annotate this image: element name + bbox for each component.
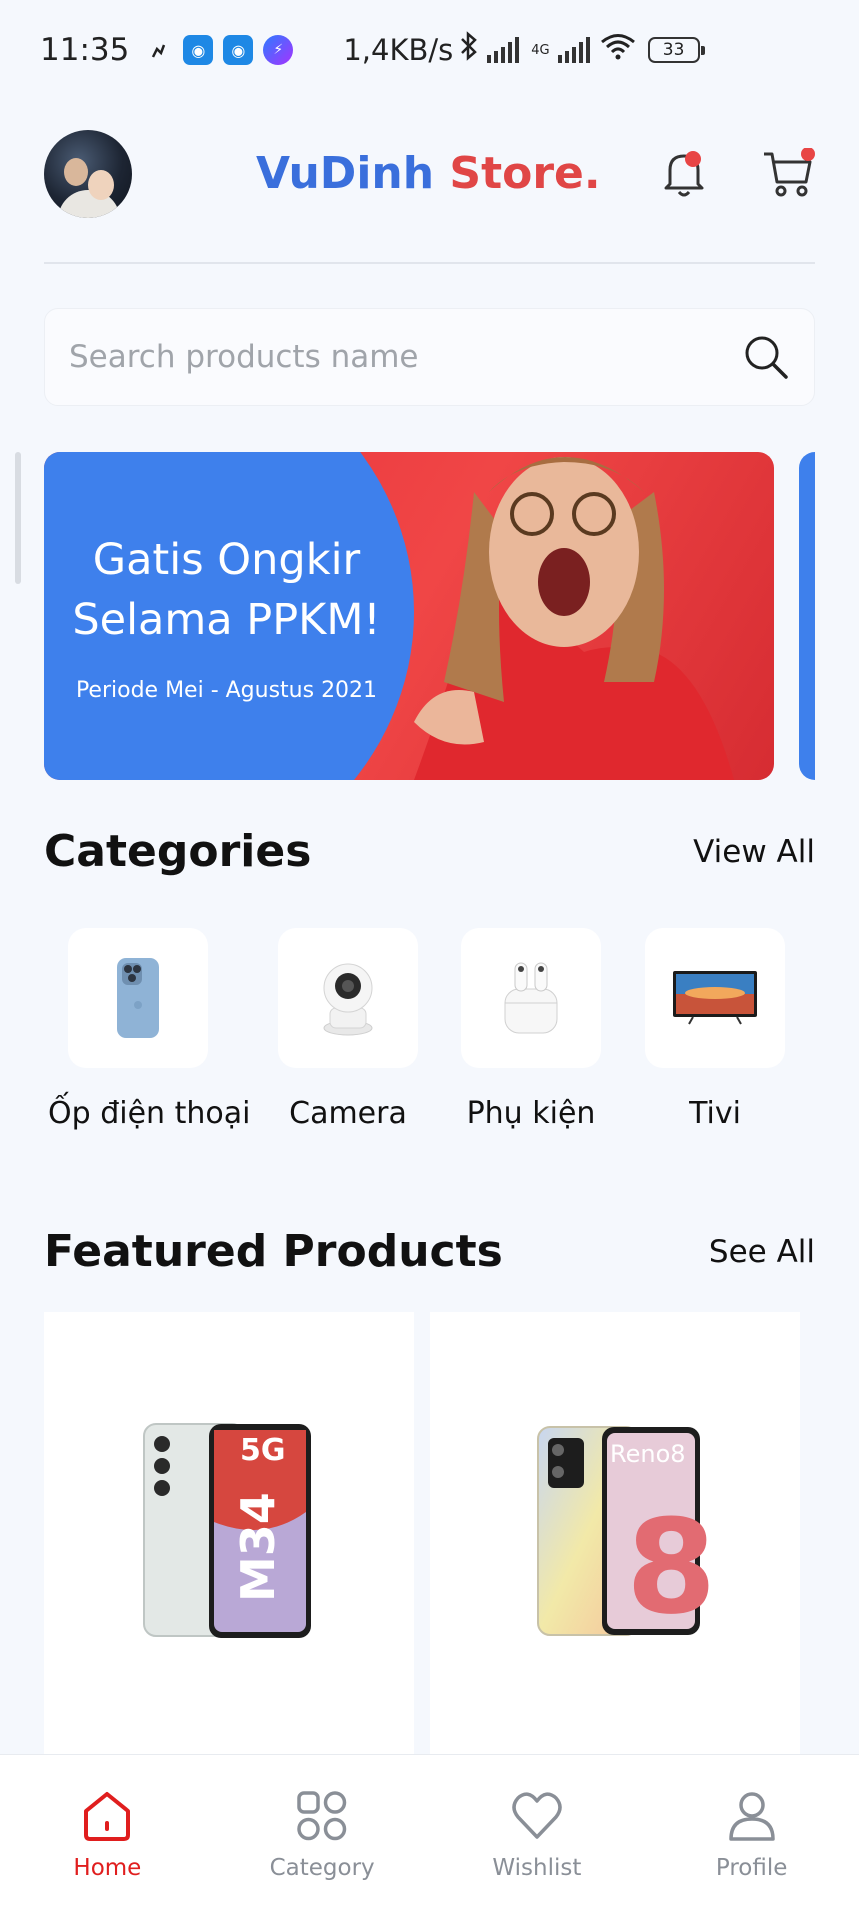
heart-icon [512, 1792, 562, 1839]
phone-case-icon [117, 958, 159, 1038]
brand-logo: VuDinh Store. [256, 148, 601, 199]
wifi-icon [598, 31, 638, 69]
battery-indicator: 33 [647, 37, 705, 63]
category-phone-case[interactable]: Ốp điện thoại [48, 928, 251, 1131]
category-label: Camera [289, 1096, 407, 1131]
notification-bell-icon[interactable] [660, 148, 708, 200]
nav-profile[interactable]: Profile [644, 1755, 859, 1908]
promo-banner[interactable]: Gatis Ongkir Selama PPKM! Periode Mei - … [44, 452, 774, 780]
app-header: VuDinh Store. [44, 130, 815, 220]
cart-icon[interactable] [762, 147, 816, 200]
category-label: Phụ kiện [466, 1096, 596, 1131]
scroll-indicator [15, 452, 21, 584]
signal-icon-2 [557, 37, 590, 63]
nav-wishlist[interactable]: Wishlist [430, 1755, 645, 1908]
network-type: 4G [531, 42, 550, 58]
network-speed: 1,4KB/s [343, 33, 454, 67]
product-badge-text: 5G [240, 1433, 286, 1468]
categories-title: Categories [44, 826, 312, 877]
earbuds-icon [504, 962, 558, 1034]
bluetooth-icon [459, 31, 479, 69]
header-divider [44, 262, 815, 264]
nav-home[interactable]: Home [0, 1755, 215, 1908]
nav-label: Home [73, 1855, 142, 1881]
search-input[interactable] [69, 339, 742, 375]
oppo-reno8-phone-image: Reno8 8 [537, 1426, 716, 1643]
category-tv[interactable]: Tivi [625, 928, 805, 1131]
user-icon [728, 1792, 775, 1841]
status-time: 11:35 [40, 32, 130, 68]
category-accessories[interactable]: Phụ kiện [441, 928, 621, 1131]
category-label: Tivi [689, 1096, 741, 1131]
banner-title: Gatis Ongkir Selama PPKM! [72, 535, 381, 645]
signal-icon [487, 37, 520, 63]
home-icon [84, 1792, 131, 1841]
banner-subtitle: Periode Mei - Agustus 2021 [75, 678, 378, 703]
search-bar [44, 308, 815, 406]
brand-secondary: Store. [449, 148, 601, 199]
security-camera-icon [323, 963, 373, 1036]
running-app-icon [143, 35, 173, 65]
nav-category[interactable]: Category [215, 1755, 430, 1908]
featured-products-title: Featured Products [44, 1226, 503, 1277]
samsung-m34-phone-image: 5G M34 [143, 1423, 311, 1638]
next-banner-peek[interactable] [799, 452, 815, 780]
tv-icon [673, 971, 757, 1025]
view-all-categories-link[interactable]: View All [693, 834, 815, 870]
nav-label: Profile [715, 1855, 788, 1881]
status-bar: 11:35 ◉ ◉ ⚡ 1,4KB/s 4G 33 [0, 0, 859, 100]
nav-label: Category [269, 1855, 375, 1881]
bottom-navigation: Home Category Wishlist Profile [0, 1754, 859, 1908]
avatar[interactable] [44, 130, 132, 218]
nav-label: Wishlist [492, 1855, 582, 1881]
svg-text:M34: M34 [231, 1492, 285, 1602]
grid-icon [297, 1791, 347, 1841]
wifi-app-icon-2: ◉ [223, 35, 254, 65]
messenger-icon: ⚡ [263, 35, 294, 65]
svg-text:8: 8 [626, 1491, 716, 1643]
product-card[interactable]: Reno8 8 [430, 1312, 800, 1772]
brand-primary: VuDinh [256, 148, 435, 199]
category-label: Ốp điện thoại [48, 1096, 251, 1131]
category-camera[interactable]: Camera [258, 928, 438, 1131]
wifi-app-icon: ◉ [183, 35, 214, 65]
svg-text:Reno8: Reno8 [610, 1440, 686, 1468]
search-icon[interactable] [742, 333, 790, 381]
product-card[interactable]: 5G M34 [44, 1312, 414, 1772]
see-all-products-link[interactable]: See All [709, 1234, 815, 1270]
